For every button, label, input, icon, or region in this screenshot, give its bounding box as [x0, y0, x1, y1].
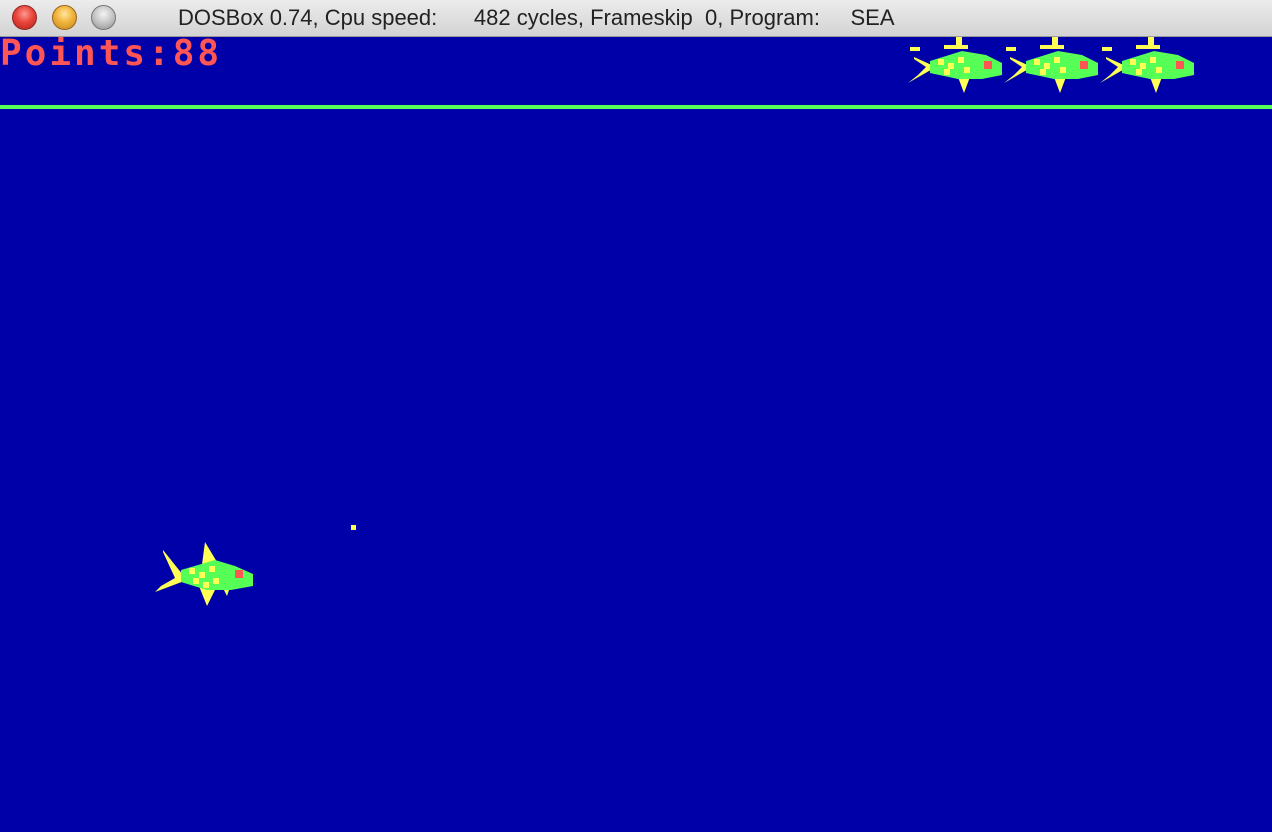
zoom-button-icon[interactable]: [91, 5, 116, 30]
minimize-button-icon[interactable]: [52, 5, 77, 30]
submarine-fish-icon: [908, 37, 1008, 95]
close-button-icon[interactable]: [12, 5, 37, 30]
title-bar[interactable]: DOSBox 0.74, Cpu speed: 482 cycles, Fram…: [0, 0, 1272, 37]
score-display: Points:88: [0, 37, 223, 74]
window-title: DOSBox 0.74, Cpu speed: 482 cycles, Fram…: [178, 5, 895, 30]
submarine-fish-icon: [1004, 37, 1104, 95]
game-screen[interactable]: Points:88: [0, 37, 1272, 832]
water-surface-line: [0, 105, 1272, 109]
submarine-fish-icon: [1100, 37, 1200, 95]
bullet-dot: [351, 525, 356, 530]
dosbox-window: DOSBox 0.74, Cpu speed: 482 cycles, Fram…: [0, 0, 1272, 832]
player-fish-icon: [155, 542, 255, 608]
